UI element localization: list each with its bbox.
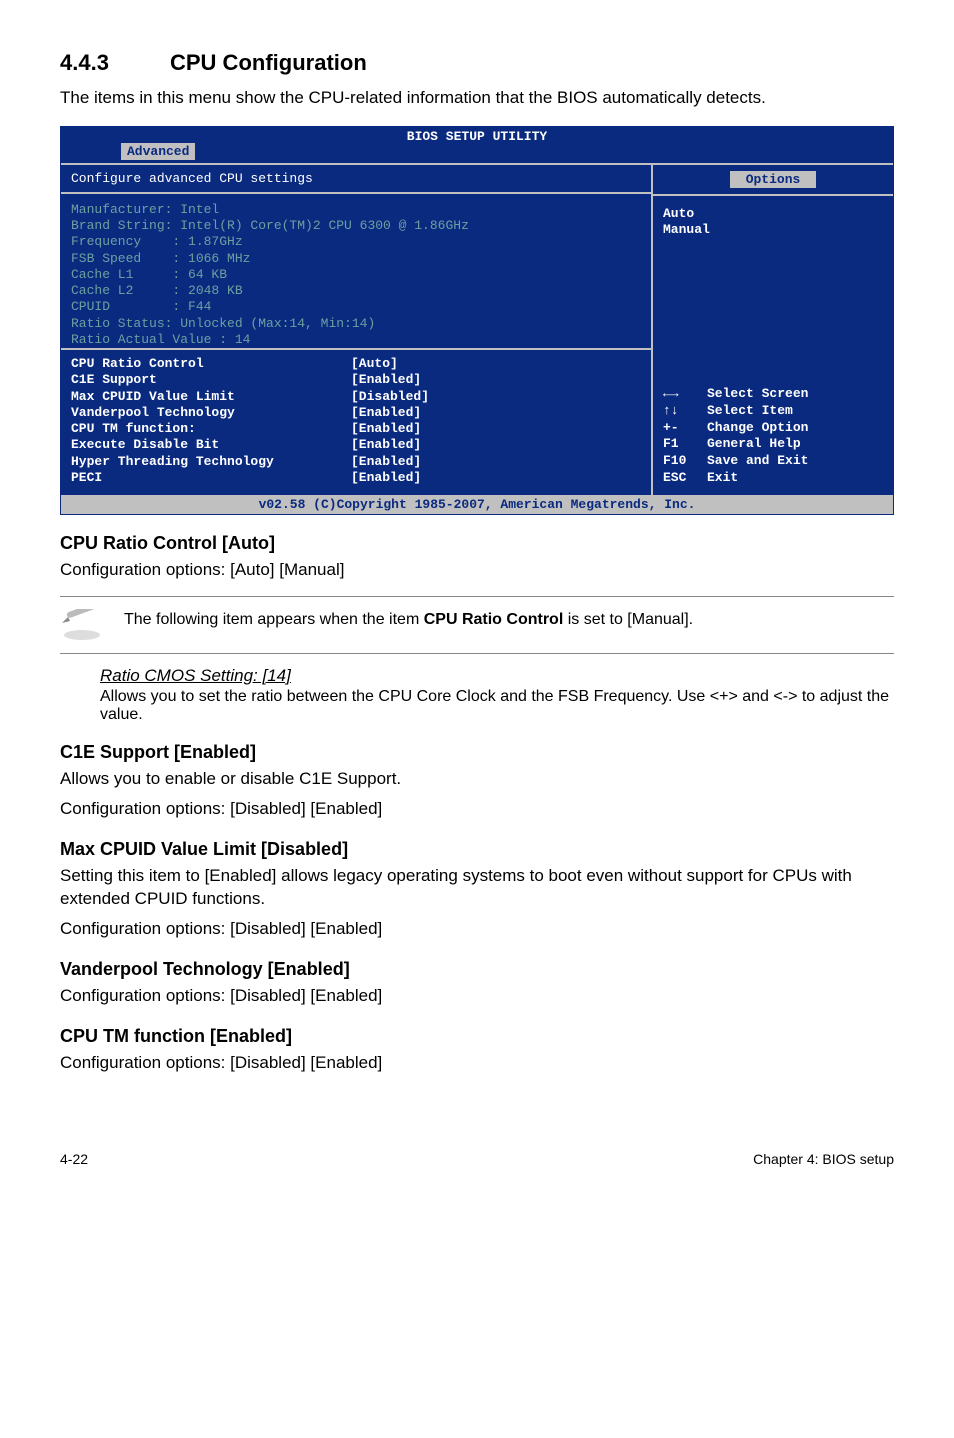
bios-left-heading: Configure advanced CPU settings	[61, 165, 651, 194]
sub-text: Allows you to enable or disable C1E Supp…	[60, 767, 894, 791]
bios-panel: BIOS SETUP UTILITY Advanced Configure ad…	[60, 126, 894, 515]
help-desc: Select Screen	[707, 386, 808, 403]
sub-text: Configuration options: [Disabled] [Enabl…	[60, 797, 894, 821]
setting-row[interactable]: C1E Support[Enabled]	[71, 372, 641, 388]
help-desc: Change Option	[707, 420, 808, 437]
arrow-up-down-icon	[663, 403, 707, 420]
setting-label: CPU TM function:	[71, 421, 351, 437]
bios-options-header: Options	[653, 165, 893, 196]
setting-row[interactable]: PECI[Enabled]	[71, 470, 641, 486]
sub-heading-vanderpool: Vanderpool Technology [Enabled]	[60, 959, 894, 980]
arrow-left-right-icon	[663, 386, 707, 403]
setting-row[interactable]: Hyper Threading Technology[Enabled]	[71, 454, 641, 470]
setting-label: PECI	[71, 470, 351, 486]
sub-text: Configuration options: [Disabled] [Enabl…	[60, 917, 894, 941]
chapter-label: Chapter 4: BIOS setup	[753, 1151, 894, 1167]
setting-label: Execute Disable Bit	[71, 437, 351, 453]
intro-text: The items in this menu show the CPU-rela…	[60, 86, 894, 110]
setting-value: [Enabled]	[351, 421, 421, 437]
setting-value: [Enabled]	[351, 437, 421, 453]
setting-row[interactable]: CPU Ratio Control[Auto]	[71, 356, 641, 372]
help-desc: Select Item	[707, 403, 793, 420]
options-label: Options	[730, 171, 817, 188]
note-bold: CPU Ratio Control	[424, 611, 564, 628]
ratio-cmos-text: Allows you to set the ratio between the …	[100, 688, 894, 724]
bios-tab-advanced[interactable]: Advanced	[121, 143, 195, 160]
section-number: 4.4.3	[60, 50, 170, 76]
setting-label: Vanderpool Technology	[71, 405, 351, 421]
page-footer: 4-22 Chapter 4: BIOS setup	[0, 1121, 954, 1187]
bios-help: Select Screen Select Item +-Change Optio…	[653, 386, 893, 495]
setting-label: C1E Support	[71, 372, 351, 388]
sub-text: Configuration options: [Disabled] [Enabl…	[60, 1051, 894, 1075]
help-desc: Exit	[707, 470, 738, 487]
note-post: is set to [Manual].	[563, 611, 693, 628]
section-heading: 4.4.3CPU Configuration	[60, 50, 894, 76]
setting-row[interactable]: CPU TM function:[Enabled]	[71, 421, 641, 437]
sub-heading-max-cpuid: Max CPUID Value Limit [Disabled]	[60, 839, 894, 860]
help-key: ESC	[663, 470, 707, 487]
help-key: F1	[663, 436, 707, 453]
setting-value: [Enabled]	[351, 372, 421, 388]
setting-label: Hyper Threading Technology	[71, 454, 351, 470]
ratio-cmos-heading: Ratio CMOS Setting: [14]	[100, 666, 894, 686]
section-title: CPU Configuration	[170, 50, 367, 75]
help-desc: General Help	[707, 436, 801, 453]
indent-block: Ratio CMOS Setting: [14] Allows you to s…	[100, 666, 894, 724]
setting-value: [Disabled]	[351, 389, 429, 405]
note-box: The following item appears when the item…	[60, 596, 894, 654]
note-pre: The following item appears when the item	[124, 611, 424, 628]
setting-label: Max CPUID Value Limit	[71, 389, 351, 405]
setting-value: [Enabled]	[351, 470, 421, 486]
pencil-note-icon	[60, 609, 104, 641]
sub-heading-cpu-tm: CPU TM function [Enabled]	[60, 1026, 894, 1047]
option-item[interactable]: Manual	[663, 222, 883, 238]
bios-footer: v02.58 (C)Copyright 1985-2007, American …	[61, 495, 893, 514]
help-key: F10	[663, 453, 707, 470]
help-desc: Save and Exit	[707, 453, 808, 470]
bios-options-list: Auto Manual	[653, 196, 893, 386]
setting-value: [Enabled]	[351, 454, 421, 470]
page-number: 4-22	[60, 1151, 88, 1167]
bios-settings: CPU Ratio Control[Auto] C1E Support[Enab…	[61, 350, 651, 494]
setting-row[interactable]: Vanderpool Technology[Enabled]	[71, 405, 641, 421]
sub-text: Setting this item to [Enabled] allows le…	[60, 864, 894, 912]
sub-heading-cpu-ratio: CPU Ratio Control [Auto]	[60, 533, 894, 554]
note-text: The following item appears when the item…	[124, 609, 693, 631]
bios-tabs: Advanced	[61, 144, 893, 163]
sub-text: Configuration options: [Auto] [Manual]	[60, 558, 894, 582]
bios-cpu-info: Manufacturer: Intel Brand String: Intel(…	[61, 194, 651, 350]
option-item[interactable]: Auto	[663, 206, 883, 222]
sub-heading-c1e: C1E Support [Enabled]	[60, 742, 894, 763]
setting-label: CPU Ratio Control	[71, 356, 351, 372]
bios-title: BIOS SETUP UTILITY	[61, 127, 893, 144]
help-key: +-	[663, 420, 707, 437]
setting-value: [Auto]	[351, 356, 398, 372]
setting-value: [Enabled]	[351, 405, 421, 421]
setting-row[interactable]: Max CPUID Value Limit[Disabled]	[71, 389, 641, 405]
sub-text: Configuration options: [Disabled] [Enabl…	[60, 984, 894, 1008]
setting-row[interactable]: Execute Disable Bit[Enabled]	[71, 437, 641, 453]
